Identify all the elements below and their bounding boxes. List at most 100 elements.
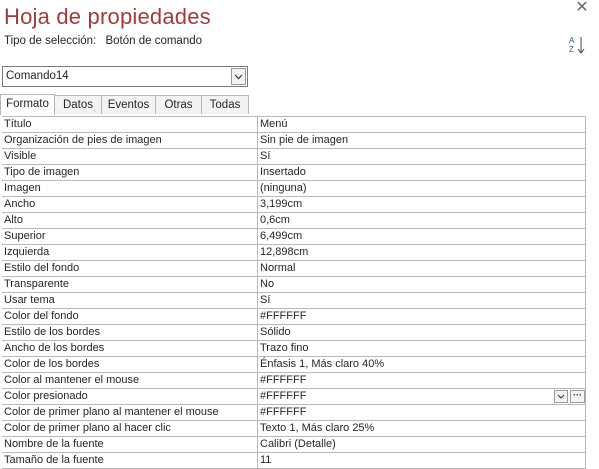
column-divider (257, 165, 258, 180)
tab-formato[interactable]: Formato (0, 94, 55, 115)
property-value[interactable]: #FFFFFF (260, 373, 306, 388)
property-value[interactable]: Menú (260, 117, 288, 132)
property-row[interactable]: Usar tema Sí (2, 293, 586, 309)
property-row[interactable]: Ancho de los bordes Trazo fino (2, 341, 586, 357)
property-row[interactable]: Organización de pies de imagen Sin pie de… (2, 133, 586, 149)
property-value[interactable]: Sí (260, 149, 270, 164)
object-selector-value: Comando14 (6, 70, 69, 82)
property-name: Transparente (4, 278, 70, 290)
tab-datos[interactable]: Datos (54, 95, 102, 114)
column-divider (257, 421, 258, 436)
property-name: Organización de pies de imagen (4, 134, 162, 146)
property-value[interactable]: Sin pie de imagen (260, 133, 348, 148)
property-name: Tipo de imagen (4, 166, 80, 178)
property-value[interactable]: 6,499cm (260, 229, 302, 244)
property-name: Estilo de los bordes (4, 326, 100, 338)
column-divider (257, 261, 258, 276)
column-divider (257, 245, 258, 260)
property-name: Superior (4, 230, 46, 242)
column-divider (257, 405, 258, 420)
property-name: Visible (4, 150, 37, 162)
column-divider (257, 437, 258, 452)
column-divider (257, 277, 258, 292)
property-name: Color de primer plano al hacer clic (4, 422, 171, 434)
chevron-down-icon[interactable] (231, 68, 246, 85)
property-row[interactable]: Estilo de los bordes Sólido (2, 325, 586, 341)
sort-az-icon[interactable]: A Z (568, 35, 586, 55)
property-value[interactable]: 3,199cm (260, 197, 302, 212)
tab-otras[interactable]: Otras (155, 95, 202, 114)
column-divider (257, 309, 258, 324)
property-name: Imagen (4, 182, 41, 194)
property-name: Color de los bordes (4, 358, 100, 370)
property-row[interactable]: Nombre de la fuente Calibri (Detalle) (2, 437, 586, 453)
property-value[interactable]: 11 (260, 453, 271, 468)
tab-eventos[interactable]: Eventos (101, 95, 156, 114)
property-row[interactable]: Izquierda 12,898cm (2, 245, 586, 261)
property-value[interactable]: #FFFFFF (260, 405, 306, 420)
property-row[interactable]: Color al mantener el mouse #FFFFFF (2, 373, 586, 389)
property-row[interactable]: Imagen (ninguna) (2, 181, 586, 197)
property-row[interactable]: Alto 0,6cm (2, 213, 586, 229)
property-value[interactable]: Énfasis 1, Más claro 40% (260, 357, 384, 372)
property-row[interactable]: Ancho 3,199cm (2, 197, 586, 213)
property-name: Color al mantener el mouse (4, 374, 140, 386)
column-divider (257, 133, 258, 148)
property-row[interactable]: Color presionado #FFFFFF ··· (2, 389, 586, 405)
property-row[interactable]: Color de primer plano al hacer clic Texto… (2, 421, 586, 437)
tab-todas[interactable]: Todas (201, 95, 249, 114)
property-row[interactable]: Visible Sí (2, 149, 586, 165)
property-row[interactable]: Tamaño de la fuente 11 (2, 453, 586, 469)
column-divider (257, 453, 258, 468)
property-row[interactable]: Superior 6,499cm (2, 229, 586, 245)
object-selector[interactable]: Comando14 (2, 66, 248, 87)
property-value[interactable]: Insertado (260, 165, 306, 180)
property-row[interactable]: Color de los bordes Énfasis 1, Más claro … (2, 357, 586, 373)
property-value[interactable]: 0,6cm (260, 213, 290, 228)
property-row[interactable]: Título Menú (2, 117, 586, 133)
column-divider (257, 389, 258, 404)
property-name: Tamaño de la fuente (4, 454, 104, 466)
column-divider (257, 181, 258, 196)
property-value[interactable]: Calibri (Detalle) (260, 437, 336, 452)
panel-title: Hoja de propiedades (4, 4, 211, 29)
column-divider (257, 149, 258, 164)
property-value[interactable]: #FFFFFF (260, 389, 306, 404)
column-divider (257, 117, 258, 132)
column-divider (257, 293, 258, 308)
property-row[interactable]: Transparente No (2, 277, 586, 293)
property-value[interactable]: Sí (260, 293, 270, 308)
property-name: Color del fondo (4, 310, 79, 322)
property-name: Título (4, 118, 32, 130)
selection-type: Tipo de selección: Botón de comando (4, 35, 202, 47)
property-value[interactable]: Normal (260, 261, 295, 276)
column-divider (257, 341, 258, 356)
close-icon[interactable]: ✕ (572, 0, 592, 16)
property-value[interactable]: Trazo fino (260, 341, 309, 356)
property-name: Usar tema (4, 294, 55, 306)
property-name: Ancho de los bordes (4, 342, 105, 354)
property-row[interactable]: Color del fondo #FFFFFF (2, 309, 586, 325)
property-value[interactable]: 12,898cm (260, 245, 308, 260)
column-divider (257, 357, 258, 372)
property-row[interactable]: Estilo del fondo Normal (2, 261, 586, 277)
builder-ellipsis-icon[interactable]: ··· (570, 390, 585, 403)
property-row[interactable]: Color de primer plano al mantener el mou… (2, 405, 586, 421)
property-value[interactable]: Texto 1, Más claro 25% (260, 421, 374, 436)
chevron-down-icon[interactable] (554, 390, 568, 403)
column-divider (257, 213, 258, 228)
column-divider (257, 325, 258, 340)
property-name: Nombre de la fuente (4, 438, 104, 450)
property-value[interactable]: Sólido (260, 325, 291, 340)
property-value[interactable]: (ninguna) (260, 181, 306, 196)
property-name: Izquierda (4, 246, 50, 258)
selection-type-label: Tipo de selección: (4, 35, 97, 47)
selection-type-value: Botón de comando (105, 35, 203, 47)
grid-right-border (585, 116, 586, 468)
column-divider (257, 229, 258, 244)
property-row[interactable]: Tipo de imagen Insertado (2, 165, 586, 181)
property-value[interactable]: No (260, 277, 274, 292)
property-value[interactable]: #FFFFFF (260, 309, 306, 324)
property-name: Alto (4, 214, 23, 226)
property-name: Estilo del fondo (4, 262, 80, 274)
